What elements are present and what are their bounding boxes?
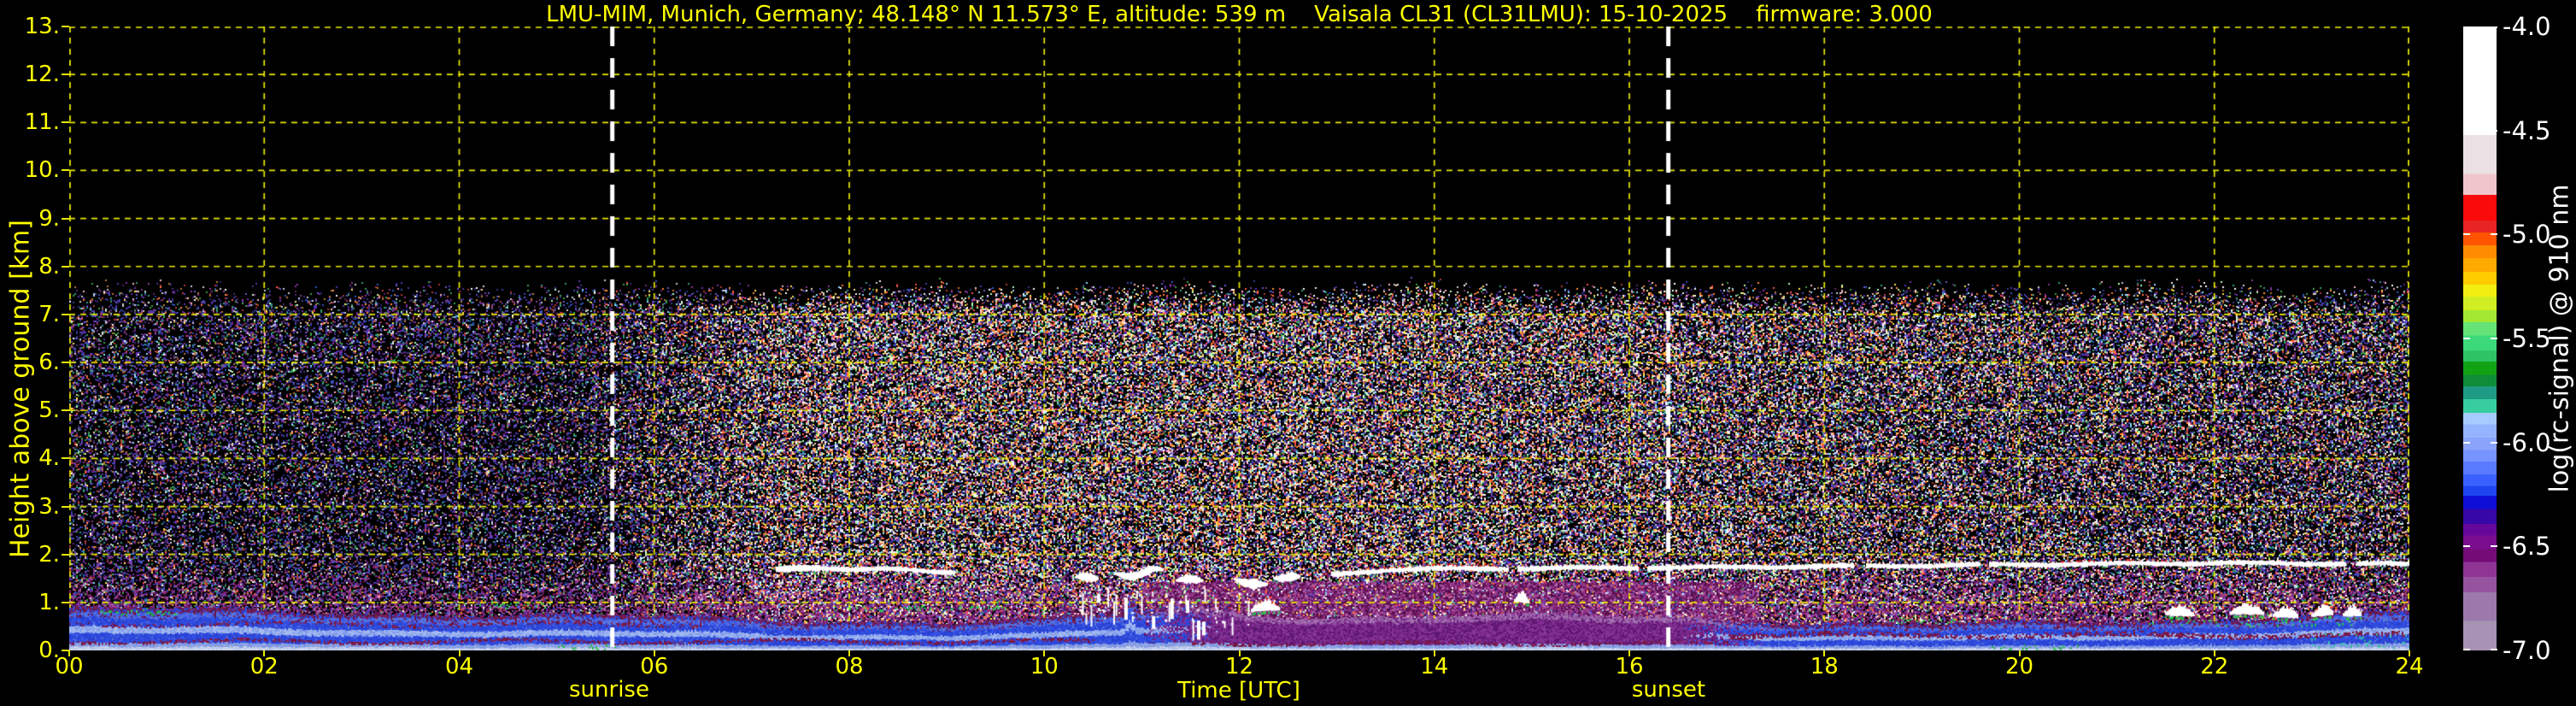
y-tick-label: 11.	[24, 109, 60, 136]
x-tick-label: 04	[444, 654, 474, 680]
colorbar-tick-mark	[2463, 338, 2470, 339]
x-tick-mark	[1433, 650, 1435, 656]
colorbar-tick-mark	[2463, 233, 2470, 236]
y-tick-mark	[62, 505, 69, 508]
x-tick-mark	[263, 650, 266, 656]
colorbar-tick-mark	[2463, 129, 2470, 132]
x-tick-mark	[653, 650, 655, 656]
x-tick-mark	[458, 650, 461, 656]
plot-area	[69, 26, 2409, 650]
x-tick-label: 00	[55, 654, 84, 680]
colorbar-tick-mark	[2491, 129, 2497, 132]
x-tick-mark	[2409, 650, 2410, 656]
x-tick-label: 08	[835, 654, 864, 680]
x-tick-label: 06	[640, 654, 669, 680]
y-tick-mark	[62, 409, 69, 412]
colorbar-tick-mark	[2491, 441, 2497, 444]
y-tick-label: 7.	[38, 301, 60, 327]
y-tick-mark	[62, 74, 69, 76]
y-tick-label: 9.	[38, 205, 60, 232]
x-tick-mark	[1043, 650, 1046, 656]
x-tick-mark	[1823, 650, 1826, 656]
heatmap-canvas	[69, 26, 2409, 650]
x-tick-label: 12	[1224, 654, 1254, 680]
colorbar-tick-mark	[2491, 26, 2497, 28]
chart-title: LMU-MIM, Munich, Germany; 48.148° N 11.5…	[546, 2, 1933, 27]
colorbar-tick-mark	[2463, 26, 2470, 28]
x-tick-mark	[1238, 650, 1241, 656]
sunrise-label: sunrise	[569, 677, 649, 703]
y-tick-mark	[62, 457, 69, 460]
colorbar-tick-label: -4.0	[2503, 12, 2551, 41]
x-tick-mark	[1628, 650, 1630, 656]
colorbar-tick-mark	[2463, 649, 2470, 650]
y-tick-label: 4.	[38, 445, 60, 472]
x-axis-label: Time [UTC]	[1177, 678, 1300, 703]
y-tick-mark	[62, 313, 69, 315]
x-tick-label: 02	[249, 654, 279, 680]
y-tick-label: 10.	[24, 157, 60, 184]
y-tick-mark	[62, 217, 69, 220]
y-tick-mark	[62, 601, 69, 603]
y-tick-label: 13.	[24, 14, 60, 39]
x-tick-mark	[2018, 650, 2021, 656]
colorbar-label: log(rc-signal) @ 910 nm	[2544, 184, 2575, 493]
x-tick-mark	[68, 650, 70, 656]
x-tick-mark	[2213, 650, 2215, 656]
y-tick-label: 8.	[38, 253, 60, 279]
y-tick-mark	[62, 265, 69, 268]
y-tick-mark	[62, 553, 69, 556]
x-tick-mark	[848, 650, 850, 656]
y-tick-label: 6.	[38, 350, 60, 376]
y-tick-mark	[62, 169, 69, 172]
ceilometer-quicklook-page: { "title": {"text": "LMU-MIM, Munich, Ge…	[0, 0, 2576, 706]
y-tick-label: 2.	[38, 541, 60, 568]
y-tick-label: 5.	[38, 397, 60, 424]
y-tick-mark	[62, 362, 69, 364]
x-tick-label: 18	[1810, 654, 1839, 680]
x-tick-label: 10	[1030, 654, 1059, 680]
colorbar-tick-mark	[2463, 441, 2470, 444]
colorbar-tick-mark	[2491, 545, 2497, 548]
colorbar-tick-mark	[2491, 338, 2497, 339]
sunset-label: sunset	[1631, 677, 1706, 703]
x-tick-label: 20	[2004, 654, 2034, 680]
colorbar-tick-label: -4.5	[2503, 115, 2551, 145]
colorbar-tick-mark	[2491, 233, 2497, 236]
y-tick-mark	[62, 26, 69, 27]
y-tick-mark	[62, 121, 69, 124]
x-tick-label: 14	[1420, 654, 1449, 680]
colorbar-tick-mark	[2491, 649, 2497, 650]
colorbar-tick-label: -6.5	[2503, 532, 2551, 562]
x-tick-label: 24	[2395, 654, 2424, 680]
x-tick-label: 22	[2200, 654, 2229, 680]
y-tick-label: 12.	[24, 62, 60, 88]
y-tick-label: 1.	[38, 589, 60, 615]
colorbar-tick-mark	[2463, 545, 2470, 548]
colorbar-tick-label: -7.0	[2503, 636, 2551, 665]
x-tick-label: 16	[1615, 654, 1644, 680]
y-tick-label: 3.	[38, 493, 60, 520]
